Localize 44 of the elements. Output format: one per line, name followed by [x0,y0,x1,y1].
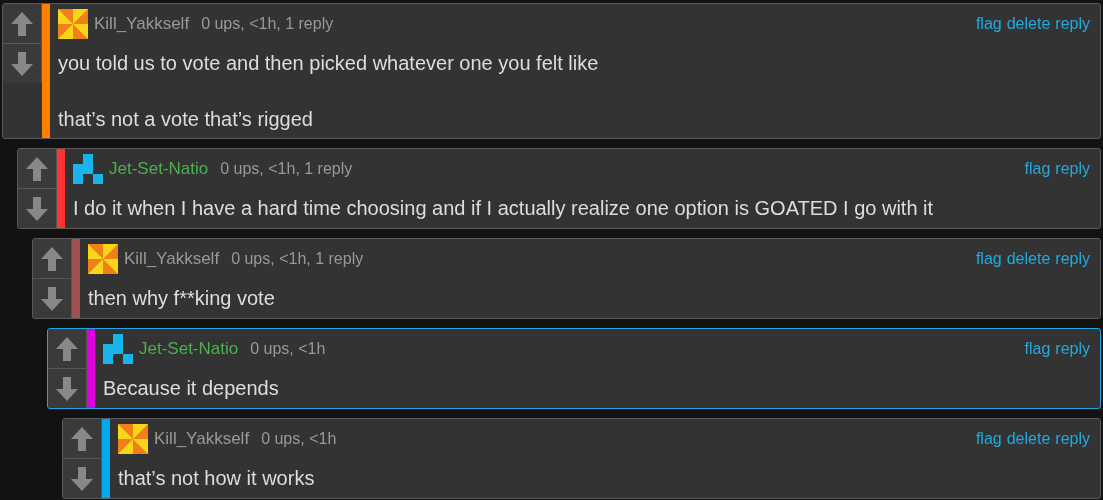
action-link[interactable]: flag [1024,340,1051,358]
down-arrow-icon [71,466,93,491]
action-link[interactable]: reply [1055,160,1090,178]
action-link[interactable]: reply [1055,430,1090,448]
action-link[interactable]: reply [1055,15,1090,33]
comment-text: Because it depends [103,376,280,401]
action-link[interactable]: flag [975,15,1002,33]
comment-text: that’s not a vote that’s rigged [58,107,314,132]
action-link[interactable]: delete [1006,15,1051,33]
action-link[interactable]: reply [1055,340,1090,358]
username[interactable]: Kill_Yakkself [94,14,190,34]
down-arrow-icon [11,51,33,76]
username[interactable]: Kill_Yakkself [124,249,220,269]
username[interactable]: Jet-Set-Natio [139,339,239,359]
down-arrow-icon [56,376,78,401]
comment-meta: 0 ups, <1h [261,430,337,448]
comment-meta: 0 ups, <1h, 1 reply [231,250,364,268]
action-link[interactable]: flag [975,430,1002,448]
avatar-icon [118,424,148,454]
comment-text: you told us to vote and then picked whatever one you felt like [58,51,600,76]
avatar-icon [73,154,103,184]
up-arrow-icon [41,246,63,271]
comment-meta: 0 ups, <1h, 1 reply [201,15,334,33]
action-link[interactable]: flag [1024,160,1051,178]
comment-meta: 0 ups, <1h [250,340,326,358]
avatar-icon [58,9,88,39]
comment-text: I do it when I have a hard time choosing and if I actually realize one option is GOATED I go with it [73,196,935,221]
up-arrow-icon [71,426,93,451]
action-link[interactable]: reply [1055,250,1090,268]
comment-meta: 0 ups, <1h, 1 reply [220,160,353,178]
avatar-icon [88,244,118,274]
username[interactable]: Kill_Yakkself [154,429,250,449]
username[interactable]: Jet-Set-Natio [109,159,209,179]
down-arrow-icon [41,286,63,311]
avatar-icon [103,334,133,364]
action-link[interactable]: flag [975,250,1002,268]
up-arrow-icon [26,156,48,181]
up-arrow-icon [11,11,33,36]
action-link[interactable]: delete [1006,250,1051,268]
down-arrow-icon [26,196,48,221]
comment-text: then why f**king vote [88,286,276,311]
comment-text: that’s not how it works [118,466,316,491]
action-link[interactable]: delete [1006,430,1051,448]
up-arrow-icon [56,336,78,361]
